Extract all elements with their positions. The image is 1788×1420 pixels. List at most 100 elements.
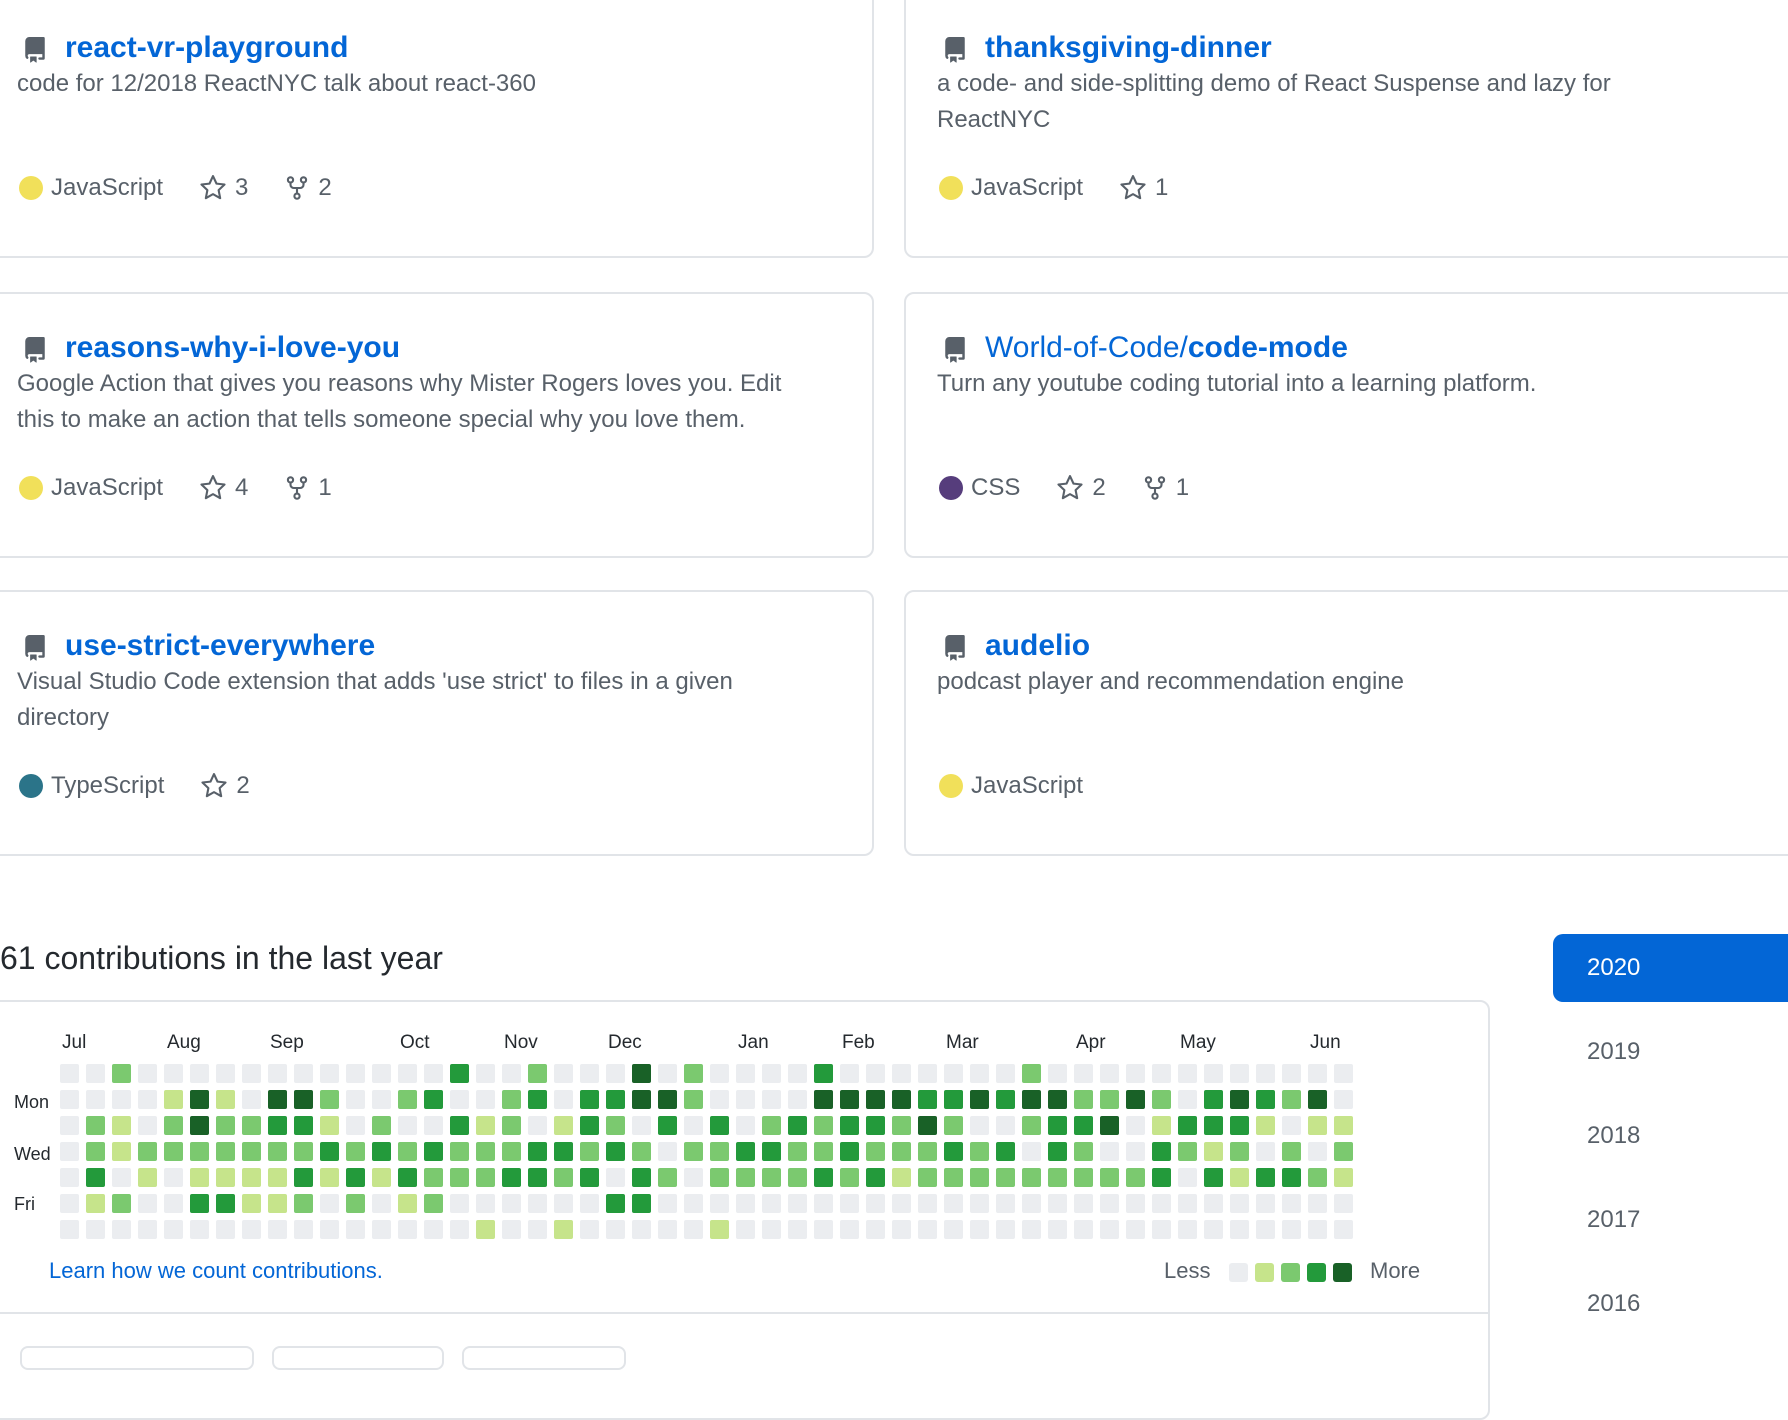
contribution-day[interactable] [1074,1064,1093,1083]
contribution-day[interactable] [632,1064,651,1083]
contribution-day[interactable] [554,1142,573,1161]
contribution-day[interactable] [970,1064,989,1083]
contribution-day[interactable] [1256,1142,1275,1161]
contribution-day[interactable] [1074,1168,1093,1187]
contribution-day[interactable] [138,1220,157,1239]
contribution-day[interactable] [424,1142,443,1161]
contribution-day[interactable] [866,1116,885,1135]
contribution-day[interactable] [1334,1220,1353,1239]
contribution-day[interactable] [1048,1220,1067,1239]
contribution-day[interactable] [554,1116,573,1135]
contribution-day[interactable] [138,1168,157,1187]
contribution-day[interactable] [606,1142,625,1161]
contribution-day[interactable] [398,1142,417,1161]
contribution-day[interactable] [580,1168,599,1187]
contribution-day[interactable] [1308,1064,1327,1083]
contribution-day[interactable] [1048,1064,1067,1083]
contribution-day[interactable] [138,1116,157,1135]
contribution-day[interactable] [294,1194,313,1213]
contribution-day[interactable] [1152,1064,1171,1083]
contribution-day[interactable] [164,1090,183,1109]
contribution-day[interactable] [398,1090,417,1109]
contribution-day[interactable] [658,1142,677,1161]
contribution-day[interactable] [632,1168,651,1187]
contribution-day[interactable] [476,1142,495,1161]
contribution-day[interactable] [632,1220,651,1239]
contribution-day[interactable] [398,1220,417,1239]
contribution-day[interactable] [502,1116,521,1135]
contribution-day[interactable] [996,1090,1015,1109]
contribution-day[interactable] [60,1090,79,1109]
contribution-day[interactable] [684,1194,703,1213]
contribution-day[interactable] [684,1116,703,1135]
contribution-day[interactable] [658,1220,677,1239]
contribution-day[interactable] [1230,1168,1249,1187]
contribution-day[interactable] [1126,1168,1145,1187]
contribution-day[interactable] [86,1090,105,1109]
repo-link[interactable]: World-of-Code/code-mode [985,330,1348,366]
contribution-day[interactable] [710,1194,729,1213]
contribution-day[interactable] [736,1116,755,1135]
contribution-day[interactable] [320,1090,339,1109]
contribution-day[interactable] [1022,1142,1041,1161]
contribution-day[interactable] [1282,1220,1301,1239]
contribution-day[interactable] [398,1168,417,1187]
contribution-day[interactable] [1308,1220,1327,1239]
contribution-day[interactable] [1178,1220,1197,1239]
contribution-day[interactable] [866,1142,885,1161]
contribution-day[interactable] [736,1220,755,1239]
contribution-day[interactable] [424,1168,443,1187]
contribution-day[interactable] [1022,1064,1041,1083]
contribution-day[interactable] [476,1116,495,1135]
contribution-day[interactable] [528,1220,547,1239]
contribution-day[interactable] [658,1090,677,1109]
contribution-day[interactable] [1074,1142,1093,1161]
contribution-day[interactable] [762,1194,781,1213]
contribution-day[interactable] [554,1194,573,1213]
contribution-day[interactable] [1126,1064,1145,1083]
contribution-day[interactable] [1308,1142,1327,1161]
contribution-day[interactable] [424,1064,443,1083]
contribution-day[interactable] [320,1168,339,1187]
contribution-day[interactable] [112,1168,131,1187]
contribution-day[interactable] [658,1064,677,1083]
contribution-day[interactable] [866,1090,885,1109]
contribution-day[interactable] [736,1090,755,1109]
contribution-day[interactable] [918,1220,937,1239]
contribution-day[interactable] [918,1194,937,1213]
contribution-day[interactable] [1282,1090,1301,1109]
contribution-day[interactable] [762,1220,781,1239]
contribution-day[interactable] [970,1142,989,1161]
contribution-day[interactable] [918,1116,937,1135]
contribution-day[interactable] [372,1220,391,1239]
contribution-day[interactable] [450,1064,469,1083]
contribution-day[interactable] [138,1194,157,1213]
contribution-day[interactable] [944,1194,963,1213]
contribution-day[interactable] [1334,1142,1353,1161]
contribution-day[interactable] [86,1194,105,1213]
contribution-day[interactable] [632,1090,651,1109]
contribution-day[interactable] [892,1064,911,1083]
contribution-day[interactable] [138,1064,157,1083]
contribution-day[interactable] [242,1194,261,1213]
contribution-day[interactable] [1126,1142,1145,1161]
contribution-day[interactable] [1256,1064,1275,1083]
contribution-day[interactable] [1178,1168,1197,1187]
contribution-day[interactable] [658,1168,677,1187]
year-button-2019[interactable]: 2019 [1553,1018,1788,1086]
contribution-day[interactable] [710,1168,729,1187]
contribution-day[interactable] [606,1090,625,1109]
contribution-day[interactable] [1074,1194,1093,1213]
contribution-day[interactable] [762,1064,781,1083]
contribution-day[interactable] [606,1116,625,1135]
contribution-day[interactable] [1178,1194,1197,1213]
contribution-day[interactable] [788,1220,807,1239]
contribution-day[interactable] [60,1168,79,1187]
contribution-day[interactable] [164,1220,183,1239]
contribution-day[interactable] [372,1116,391,1135]
contribution-day[interactable] [814,1064,833,1083]
contribution-day[interactable] [970,1168,989,1187]
contribution-day[interactable] [1334,1090,1353,1109]
contribution-day[interactable] [1204,1090,1223,1109]
contribution-day[interactable] [268,1090,287,1109]
